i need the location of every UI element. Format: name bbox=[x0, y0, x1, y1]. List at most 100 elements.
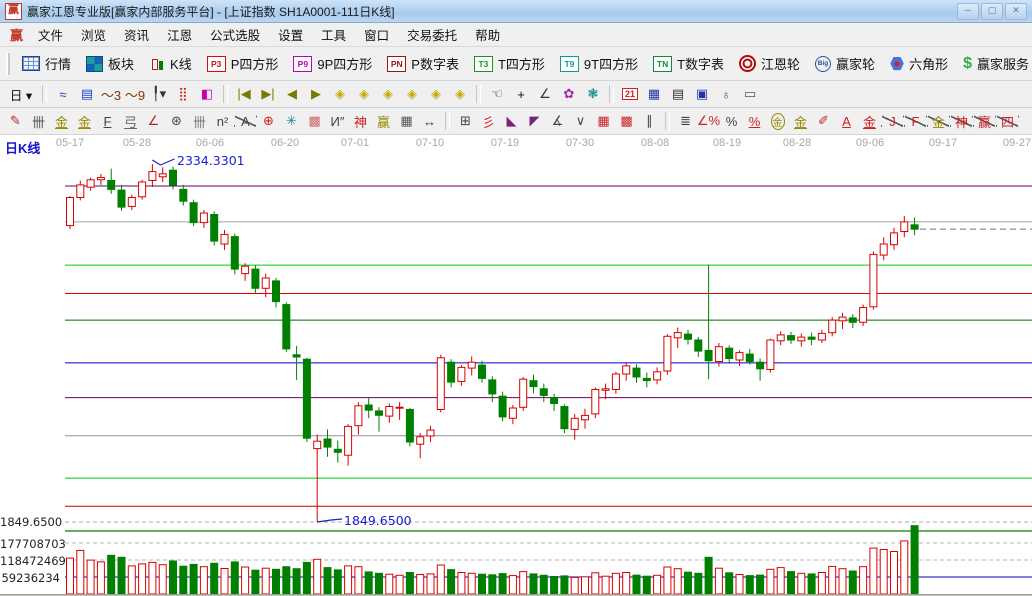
menu-item-6[interactable]: 工具 bbox=[312, 22, 355, 47]
ma3-line-icon[interactable]: 〜3 bbox=[99, 83, 123, 105]
golden-section2-icon[interactable]: 金 bbox=[73, 110, 96, 132]
bow-lines-icon[interactable]: 弓 bbox=[119, 110, 142, 132]
scale-list-icon[interactable]: ≣ bbox=[674, 110, 697, 132]
toolbar-button-winner-service[interactable]: $赢家服务 bbox=[956, 51, 1032, 76]
percent-angle-icon[interactable]: ∠% bbox=[697, 110, 720, 132]
prev-page-icon[interactable]: ◀ bbox=[280, 83, 304, 105]
a-line-icon[interactable]: A bbox=[234, 110, 257, 132]
next-page-icon[interactable]: ▶ bbox=[304, 83, 328, 105]
parallel-lines-icon[interactable]: ∥ bbox=[638, 110, 661, 132]
gann-box-icon[interactable]: ▩ bbox=[303, 110, 326, 132]
zoom-cross-diamond-icon[interactable]: ◈ bbox=[424, 83, 448, 105]
gann-circle-icon[interactable]: ⊛ bbox=[165, 110, 188, 132]
menu-item-3[interactable]: 江恩 bbox=[158, 22, 201, 47]
chip-distribution-icon[interactable]: ⣿ bbox=[171, 83, 195, 105]
red-grid2-icon[interactable]: ▩ bbox=[615, 110, 638, 132]
zoom-right-diamond-icon[interactable]: ◈ bbox=[352, 83, 376, 105]
gann-fan-circle-icon[interactable]: ⊕ bbox=[257, 110, 280, 132]
angle-measure-icon[interactable]: ∠ bbox=[533, 83, 557, 105]
toolbar-button-gann-wheel[interactable]: 江恩轮 bbox=[732, 51, 807, 76]
gold-wave-icon[interactable]: 金 bbox=[858, 110, 881, 132]
shen-tool-icon[interactable]: 神 bbox=[349, 110, 372, 132]
notes-icon[interactable]: ▤ bbox=[666, 83, 690, 105]
angle-pencil-icon[interactable]: ∠ bbox=[142, 110, 165, 132]
web-update-icon[interactable]: ♁ bbox=[714, 83, 738, 105]
four-angle-icon[interactable]: 四 bbox=[996, 110, 1019, 132]
menu-item-8[interactable]: 交易委托 bbox=[398, 22, 466, 47]
crosshair-icon[interactable]: + bbox=[509, 83, 533, 105]
volume-profile-icon[interactable]: ◧ bbox=[195, 83, 219, 105]
minimize-button[interactable]: ─ bbox=[957, 3, 979, 20]
box-frame-icon[interactable]: ⊞ bbox=[454, 110, 477, 132]
zoom-left-diamond-icon[interactable]: ◈ bbox=[328, 83, 352, 105]
ying-angle-icon[interactable]: 赢 bbox=[973, 110, 996, 132]
toolbar-button-p-number-table[interactable]: PNP数字表 bbox=[380, 51, 466, 76]
toolbar-button-t-square[interactable]: T3T四方形 bbox=[467, 51, 552, 76]
close-button[interactable]: ✕ bbox=[1005, 3, 1027, 20]
save-icon[interactable]: ▣ bbox=[690, 83, 714, 105]
cloud-tool-icon[interactable]: ❃ bbox=[581, 83, 605, 105]
intraday-chart-icon[interactable]: ≈ bbox=[51, 83, 75, 105]
print-icon[interactable]: ▭ bbox=[738, 83, 762, 105]
ma9-line-icon[interactable]: 〜9 bbox=[123, 83, 147, 105]
n-square-icon[interactable]: n² bbox=[211, 110, 234, 132]
info-panel-icon[interactable]: ▤ bbox=[75, 83, 99, 105]
comb-lines-icon[interactable]: 卌 bbox=[188, 110, 211, 132]
v-dotted-icon[interactable]: ∨ bbox=[569, 110, 592, 132]
fibonacci-lines-icon[interactable]: F bbox=[96, 110, 119, 132]
toolbar-button-market-grid[interactable]: 行情 bbox=[15, 51, 78, 76]
red-grid-icon[interactable]: ▦ bbox=[592, 110, 615, 132]
last-page-icon[interactable]: ▶| bbox=[256, 83, 280, 105]
draw-pencil-icon[interactable]: ✎ bbox=[4, 110, 27, 132]
toolbar-button-winner-wheel[interactable]: Big赢家轮 bbox=[808, 51, 882, 76]
menu-item-2[interactable]: 资讯 bbox=[115, 22, 158, 47]
gold-lines-icon[interactable]: 金 bbox=[789, 110, 812, 132]
span-measure-icon[interactable]: ↔ bbox=[418, 110, 441, 132]
wave-mark-icon[interactable]: И″ bbox=[326, 110, 349, 132]
gold-circle-icon[interactable]: 金 bbox=[766, 110, 789, 132]
toolbar-button-p-square[interactable]: P3P四方形 bbox=[200, 51, 286, 76]
j-angle-icon[interactable]: J bbox=[881, 110, 904, 132]
menu-item-7[interactable]: 窗口 bbox=[355, 22, 398, 47]
zoom-h-diamond-icon[interactable]: ◈ bbox=[376, 83, 400, 105]
gold-angle-icon[interactable]: 金 bbox=[927, 110, 950, 132]
price-pencil-icon[interactable]: ✐ bbox=[812, 110, 835, 132]
toolbar-button-nine-t-square[interactable]: T99T四方形 bbox=[553, 51, 645, 76]
percent-icon[interactable]: % bbox=[720, 110, 743, 132]
kline-chart-svg[interactable] bbox=[0, 135, 1032, 596]
menu-item-5[interactable]: 设置 bbox=[269, 22, 312, 47]
maximize-button[interactable]: ▢ bbox=[981, 3, 1003, 20]
a-wave-icon[interactable]: A bbox=[835, 110, 858, 132]
gann-star-icon[interactable]: ✳ bbox=[280, 110, 303, 132]
calendar-21-icon[interactable]: 21 bbox=[618, 83, 642, 105]
golden-section-icon[interactable]: 金 bbox=[50, 110, 73, 132]
percent-lines-icon[interactable]: % bbox=[743, 110, 766, 132]
fan-box2-icon[interactable]: ◤ bbox=[523, 110, 546, 132]
toolbar-button-kline-candles[interactable]: K线 bbox=[142, 51, 199, 76]
calculator-icon[interactable]: ▦ bbox=[642, 83, 666, 105]
fan-box-icon[interactable]: ◣ bbox=[500, 110, 523, 132]
first-page-icon[interactable]: |◀ bbox=[232, 83, 256, 105]
ying-tool-icon[interactable]: 赢 bbox=[372, 110, 395, 132]
menu-item-1[interactable]: 浏览 bbox=[72, 22, 115, 47]
toolbar-button-t-number-table[interactable]: TNT数字表 bbox=[646, 51, 731, 76]
small-grid-icon[interactable]: ▦ bbox=[395, 110, 418, 132]
menu-item-0[interactable]: 文件 bbox=[29, 22, 72, 47]
grid-lines-icon[interactable]: 卌 bbox=[27, 110, 50, 132]
shen-angle-icon[interactable]: 神 bbox=[950, 110, 973, 132]
menu-item-9[interactable]: 帮助 bbox=[466, 22, 509, 47]
zoom-all-diamond-icon[interactable]: ◈ bbox=[448, 83, 472, 105]
single-candle-dropdown[interactable]: ╿▾ bbox=[147, 83, 171, 105]
flower-tool-icon[interactable]: ✿ bbox=[557, 83, 581, 105]
toolbar-button-hexagon[interactable]: 六角形 bbox=[883, 51, 955, 76]
toolbar-button-nine-p-square[interactable]: P99P四方形 bbox=[286, 51, 379, 76]
chart-area[interactable]: 日K线 1849.6500 177708703 118472469 592362… bbox=[0, 135, 1032, 596]
zoom-v-diamond-icon[interactable]: ◈ bbox=[400, 83, 424, 105]
menu-item-4[interactable]: 公式选股 bbox=[201, 22, 269, 47]
period-daily-dropdown[interactable]: 日 ▾ bbox=[4, 83, 38, 105]
double-angle-icon[interactable]: ∡ bbox=[546, 110, 569, 132]
f-angle-icon[interactable]: F bbox=[904, 110, 927, 132]
toolbar-button-sector-blocks[interactable]: 板块 bbox=[79, 51, 141, 76]
ray-fan-icon[interactable]: 彡 bbox=[477, 110, 500, 132]
pan-hand-icon[interactable]: ☜ bbox=[485, 83, 509, 105]
